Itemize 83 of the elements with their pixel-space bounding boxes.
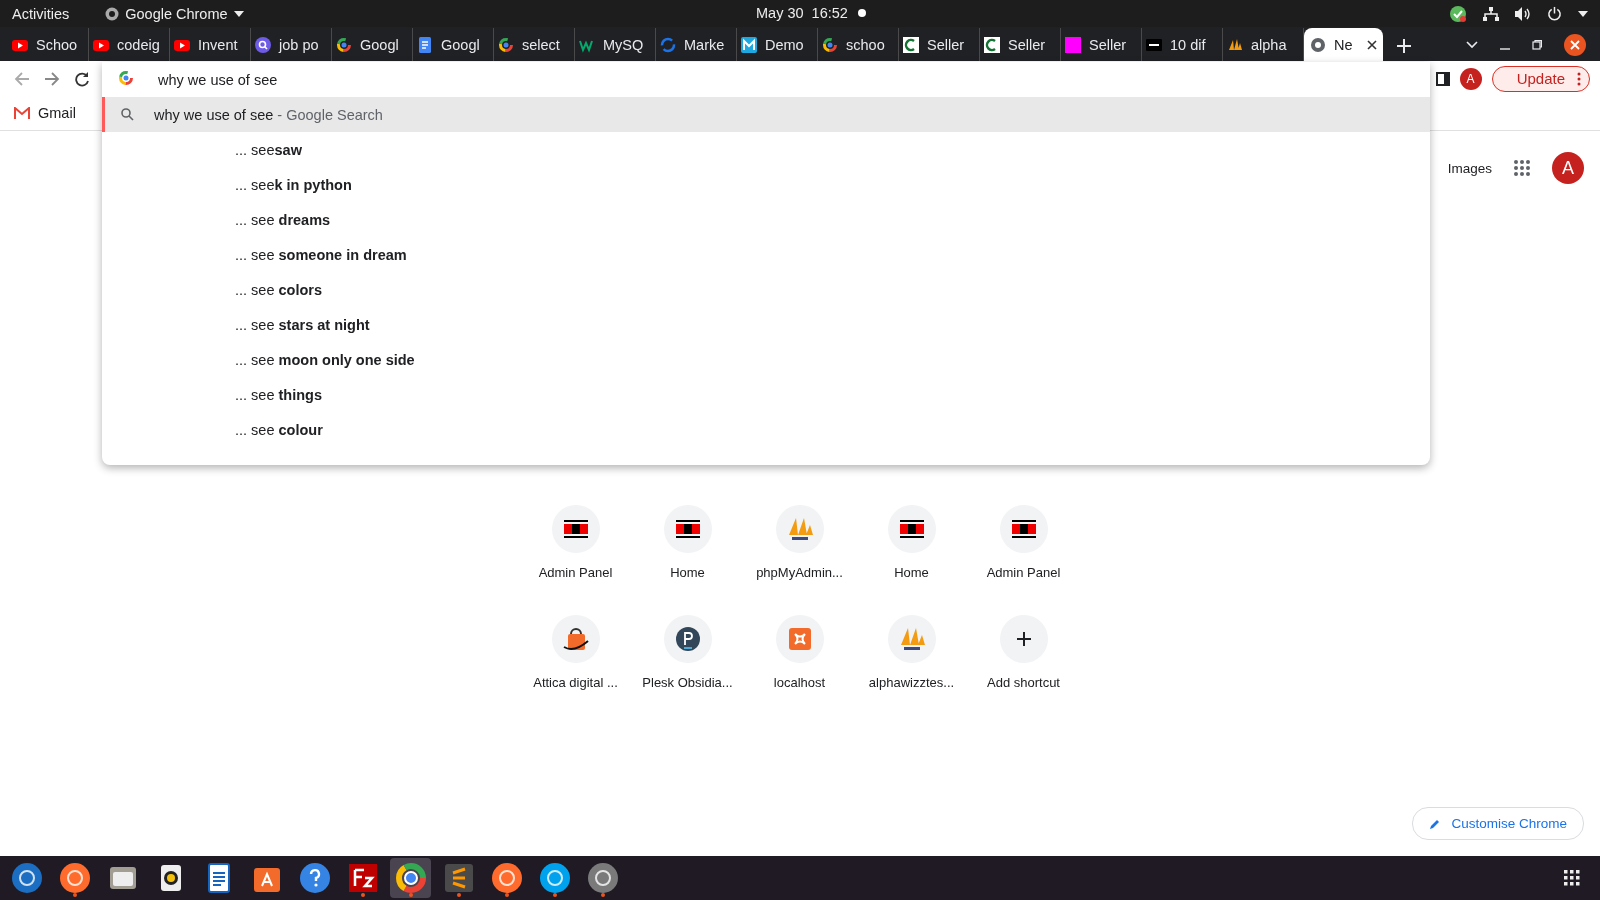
bag-icon [561, 625, 590, 653]
arc-icon [903, 36, 919, 53]
update-button[interactable]: Update [1491, 65, 1590, 92]
running-dot [72, 893, 77, 897]
clock[interactable]: May 30 16:52 [756, 5, 848, 21]
suggestion-row[interactable]: ... see moon only one side [102, 342, 1430, 377]
power-icon[interactable] [1547, 6, 1562, 21]
suggestion-row[interactable]: ... see things [102, 377, 1430, 412]
shortcut-tile[interactable]: Home [631, 505, 744, 607]
envelope-icon [14, 107, 30, 119]
app-menu[interactable]: Google Chrome [125, 5, 228, 22]
magnifier-icon [255, 36, 271, 53]
volume-icon[interactable] [1515, 6, 1531, 21]
restore-icon[interactable] [1532, 39, 1542, 50]
shortcut-tile[interactable]: alphawizztes... [855, 615, 968, 717]
shield-icon[interactable] [1449, 4, 1467, 23]
circle-icon [489, 861, 524, 895]
caret-icon[interactable] [1578, 10, 1588, 17]
help-icon [297, 861, 332, 895]
shortcut-tile[interactable]: Attica digital ... [519, 615, 632, 717]
reload-icon[interactable] [74, 70, 90, 87]
ring-icon [393, 861, 428, 895]
suggestion-row[interactable]: ... seek in python [102, 167, 1430, 202]
shortcut-tile[interactable]: phpMyAdmin... [743, 505, 856, 607]
circle-icon [105, 6, 120, 21]
images-link[interactable]: Images [1447, 160, 1492, 176]
pencil-icon [1429, 817, 1442, 830]
running-dot [504, 893, 509, 897]
suggestion-row[interactable]: ... see colors [102, 272, 1430, 307]
apps-grid-icon[interactable] [1514, 160, 1530, 176]
suggestion-row[interactable]: ... see stars at night [102, 307, 1430, 342]
suggestion-row[interactable]: ... see dreams [102, 202, 1430, 237]
browser-tab[interactable]: Ne [1304, 28, 1383, 61]
close-icon[interactable] [1367, 39, 1377, 50]
suggestion-row[interactable]: ... seesaw [102, 132, 1430, 167]
caret-icon [233, 10, 244, 17]
swirl-icon [660, 36, 676, 53]
running-dot [408, 893, 413, 897]
customise-button[interactable]: Customise Chrome [1412, 807, 1584, 840]
running-dot [600, 893, 605, 897]
circle-icon [585, 861, 620, 895]
square-icon [1065, 36, 1081, 53]
arc-icon [984, 36, 1000, 53]
document-icon [417, 36, 433, 53]
network-icon[interactable] [1483, 6, 1499, 21]
close-icon [1570, 39, 1580, 50]
ring-icon [822, 36, 838, 53]
shortcut-tile[interactable]: Add shortcut [967, 615, 1080, 717]
circle-icon [57, 861, 92, 895]
shortcut-tile[interactable]: Plesk Obsidia... [631, 615, 744, 717]
search-icon [121, 108, 134, 121]
profile-avatar[interactable]: A [1552, 152, 1584, 184]
circle-icon [9, 861, 44, 895]
suggestion-row[interactable]: ... see colour [102, 412, 1430, 447]
dock-app[interactable] [390, 858, 431, 898]
profile-avatar[interactable]: A [1459, 67, 1482, 90]
circle-icon [1310, 36, 1326, 53]
running-dot [456, 893, 461, 897]
shortcut-tile[interactable]: Home [855, 505, 968, 607]
side-panel-icon[interactable] [1435, 71, 1450, 86]
suggestion-row[interactable]: why we use of see - Google Search [102, 97, 1430, 132]
chevron-icon[interactable] [1466, 40, 1478, 49]
circle-icon [673, 625, 702, 653]
activities-button[interactable]: Activities [12, 5, 70, 22]
running-dot [360, 893, 365, 897]
square-icon [741, 36, 757, 53]
shortcut-tile[interactable]: Admin Panel [967, 505, 1080, 607]
forward-icon[interactable] [44, 70, 60, 87]
ring-icon [498, 36, 514, 53]
shortcut-tile[interactable]: localhost [743, 615, 856, 717]
more-icon [1577, 71, 1581, 86]
apps-grid-icon[interactable] [1564, 870, 1580, 886]
square-icon [1146, 36, 1162, 53]
close-button[interactable] [1564, 33, 1586, 56]
ring-icon [118, 70, 134, 86]
running-dot [552, 893, 557, 897]
shortcut-tile[interactable]: Admin Panel [519, 505, 632, 607]
suggestion-row[interactable]: ... see someone in dream [102, 237, 1430, 272]
bookmark[interactable]: Gmail [14, 105, 76, 121]
circle-icon [537, 861, 572, 895]
notification-dot [857, 9, 866, 17]
new-tab-icon[interactable] [1397, 39, 1411, 53]
ring-icon [336, 36, 352, 53]
